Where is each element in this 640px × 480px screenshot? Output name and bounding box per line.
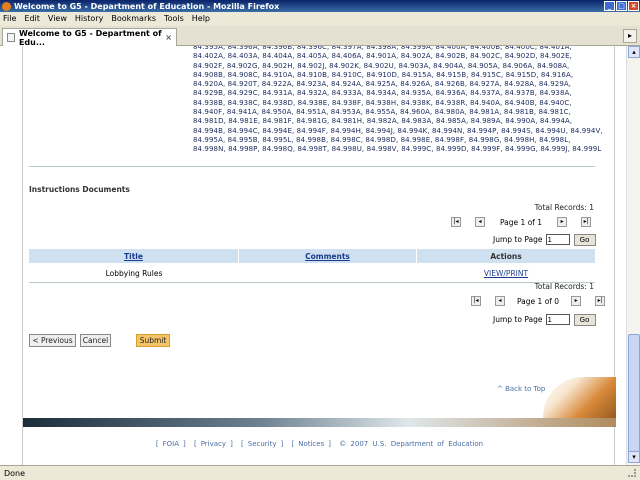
total-records-top: Total Records: 1 xyxy=(534,203,594,212)
menu-tools[interactable]: Tools xyxy=(164,14,184,23)
maximize-button[interactable]: □ xyxy=(616,1,627,11)
instructions-heading: Instructions Documents xyxy=(29,185,130,194)
menu-help[interactable]: Help xyxy=(192,14,210,23)
menu-bar: File Edit View History Bookmarks Tools H… xyxy=(0,12,640,25)
go-button[interactable]: Go xyxy=(573,233,596,246)
menu-file[interactable]: File xyxy=(3,14,16,23)
jump-page-input[interactable] xyxy=(545,314,570,325)
pager-bottom: |◂ ◂ Page 1 of 0 ▸ ▸| xyxy=(451,295,611,307)
column-actions: Actions xyxy=(490,251,522,261)
go-button[interactable]: Go xyxy=(573,313,596,326)
cancel-button[interactable]: Cancel xyxy=(80,334,111,347)
prev-page-button[interactable]: ◂ xyxy=(495,296,505,306)
next-page-button[interactable]: ▸ xyxy=(557,217,568,227)
scroll-up-icon[interactable]: ▴ xyxy=(628,46,640,58)
prev-page-button[interactable]: ◂ xyxy=(475,217,485,227)
page-container: 84.395A, 84.396A, 84.396B, 84.396C, 84.3… xyxy=(22,46,616,465)
row-comments xyxy=(239,267,417,280)
tab-title: Welcome to G5 - Department of Edu... xyxy=(18,28,162,47)
submit-button[interactable]: Submit xyxy=(136,334,170,347)
content-viewport: 84.395A, 84.396A, 84.396B, 84.396C, 84.3… xyxy=(0,46,640,465)
window-title: Welcome to G5 - Department of Education … xyxy=(14,1,280,11)
total-records-bottom: Total Records: 1 xyxy=(534,282,594,291)
status-bar: Done xyxy=(0,465,640,480)
divider xyxy=(29,282,595,283)
window-title-bar: Welcome to G5 - Department of Education … xyxy=(0,0,640,12)
browser-tab[interactable]: Welcome to G5 - Department of Edu... × xyxy=(2,28,177,47)
jump-label: Jump to Page xyxy=(493,315,543,324)
column-comments[interactable]: Comments xyxy=(239,249,417,263)
status-text: Done xyxy=(4,468,26,478)
resize-grip-icon[interactable] xyxy=(628,469,636,477)
page-favicon-icon xyxy=(7,33,15,42)
close-window-button[interactable]: × xyxy=(628,1,639,11)
previous-button[interactable]: < Previous xyxy=(29,334,76,347)
footer-links: [FOIA] [Privacy] [Security] [Notices] © … xyxy=(155,440,484,448)
minimize-button[interactable]: _ xyxy=(604,1,615,11)
table-header: Title Comments Actions xyxy=(29,249,595,263)
view-print-link[interactable]: VIEW/PRINT xyxy=(417,267,595,280)
scroll-down-icon[interactable]: ▾ xyxy=(628,451,640,463)
tab-close-icon[interactable]: × xyxy=(165,33,172,42)
foia-link[interactable]: FOIA xyxy=(163,440,179,448)
firefox-icon xyxy=(2,1,11,11)
jump-to-page: Jump to Page Go xyxy=(493,313,623,326)
menu-history[interactable]: History xyxy=(75,14,103,23)
next-page-button[interactable]: ▸ xyxy=(571,296,582,306)
privacy-link[interactable]: Privacy xyxy=(201,440,226,448)
last-page-button[interactable]: ▸| xyxy=(581,217,592,227)
jump-label: Jump to Page xyxy=(493,235,543,244)
page-indicator: Page 1 of 1 xyxy=(500,217,543,227)
scrollbar-thumb[interactable] xyxy=(628,334,640,454)
jump-to-page: Jump to Page Go xyxy=(493,233,623,246)
notices-link[interactable]: Notices xyxy=(298,440,324,448)
page-indicator: Page 1 of 0 xyxy=(517,296,560,306)
vertical-scrollbar[interactable]: ▴ ▾ xyxy=(626,46,640,465)
last-page-button[interactable]: ▸| xyxy=(595,296,606,306)
jump-page-input[interactable] xyxy=(545,234,570,245)
pager-top: |◂ ◂ Page 1 of 1 ▸ ▸| xyxy=(451,216,611,228)
tab-bar: Welcome to G5 - Department of Edu... × ▸ xyxy=(0,26,640,47)
menu-edit[interactable]: Edit xyxy=(24,14,40,23)
copyright-text: © 2007 U.S. Department of Education xyxy=(339,440,484,448)
row-title: Lobbying Rules xyxy=(105,269,163,278)
security-link[interactable]: Security xyxy=(248,440,277,448)
first-page-button[interactable]: |◂ xyxy=(471,296,481,306)
first-page-button[interactable]: |◂ xyxy=(451,217,461,227)
cfda-number-list: 84.395A, 84.396A, 84.396B, 84.396C, 84.3… xyxy=(193,46,603,154)
back-to-top-link[interactable]: ^ Back to Top xyxy=(497,385,545,393)
divider xyxy=(29,166,595,167)
tab-list-button[interactable]: ▸ xyxy=(623,29,637,43)
column-title[interactable]: Title xyxy=(29,249,239,263)
footer-decor-band xyxy=(23,418,616,427)
menu-view[interactable]: View xyxy=(48,14,67,23)
menu-bookmarks[interactable]: Bookmarks xyxy=(111,14,156,23)
table-row: Lobbying Rules VIEW/PRINT xyxy=(29,267,595,280)
